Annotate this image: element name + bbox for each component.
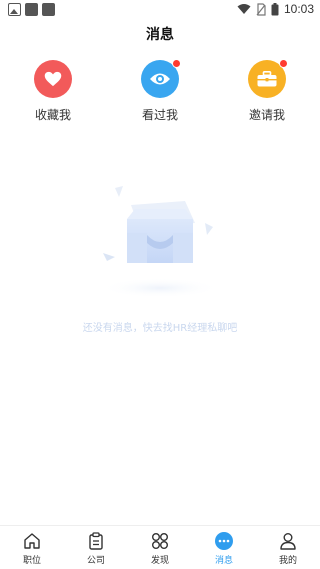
status-bar-left — [8, 3, 55, 16]
image-icon — [8, 3, 21, 16]
status-bar-right: 10:03 — [237, 2, 314, 16]
invited-me-badge-circle — [248, 59, 288, 98]
status-time: 10:03 — [283, 2, 314, 16]
briefcase-icon — [257, 71, 277, 87]
heart-icon — [44, 71, 62, 87]
tab-label: 公司 — [86, 556, 105, 566]
profile-icon — [278, 531, 298, 551]
quick-entry-label: 收藏我 — [34, 108, 71, 122]
home-icon — [22, 531, 42, 551]
quick-entry-invited-me[interactable]: 邀请我 — [232, 59, 302, 123]
quick-entry-label: 看过我 — [141, 108, 178, 122]
quick-entry-label: 邀请我 — [248, 108, 285, 122]
unread-dot — [279, 59, 288, 68]
notification-icon — [25, 3, 38, 16]
no-sim-icon — [256, 2, 266, 16]
tab-jobs[interactable]: 职位 — [0, 526, 64, 569]
quick-entry-favorited-me[interactable]: 收藏我 — [18, 60, 88, 123]
battery-icon — [271, 2, 279, 15]
message-icon — [214, 531, 234, 551]
page-title: 消息 — [146, 27, 174, 43]
clipboard-icon — [86, 531, 106, 551]
empty-inbox-icon — [100, 186, 220, 298]
tab-messages[interactable]: 消息 — [192, 526, 256, 569]
empty-state-message: 还没有消息，快去找HR经理私聊吧 — [82, 323, 238, 334]
wifi-icon — [237, 4, 251, 14]
quick-entries: 收藏我 看过我 邀请我 — [0, 59, 320, 130]
unread-dot — [172, 59, 181, 68]
tab-label: 发现 — [150, 556, 169, 566]
tab-label: 消息 — [214, 556, 233, 566]
tab-profile[interactable]: 我的 — [256, 526, 320, 569]
status-bar: 10:03 — [0, 0, 320, 20]
bottom-tab-bar: 职位 公司 发现 消息 我的 — [0, 525, 320, 569]
tab-discover[interactable]: 发现 — [128, 526, 192, 569]
discover-icon — [150, 531, 170, 551]
eye-icon — [150, 73, 170, 85]
viewed-me-badge-circle — [141, 59, 181, 98]
tab-companies[interactable]: 公司 — [64, 526, 128, 569]
notification-icon — [42, 3, 55, 16]
tab-label: 我的 — [278, 556, 297, 566]
favorited-me-badge-circle — [34, 60, 72, 98]
quick-entry-viewed-me[interactable]: 看过我 — [125, 59, 195, 123]
tab-label: 职位 — [22, 556, 41, 566]
